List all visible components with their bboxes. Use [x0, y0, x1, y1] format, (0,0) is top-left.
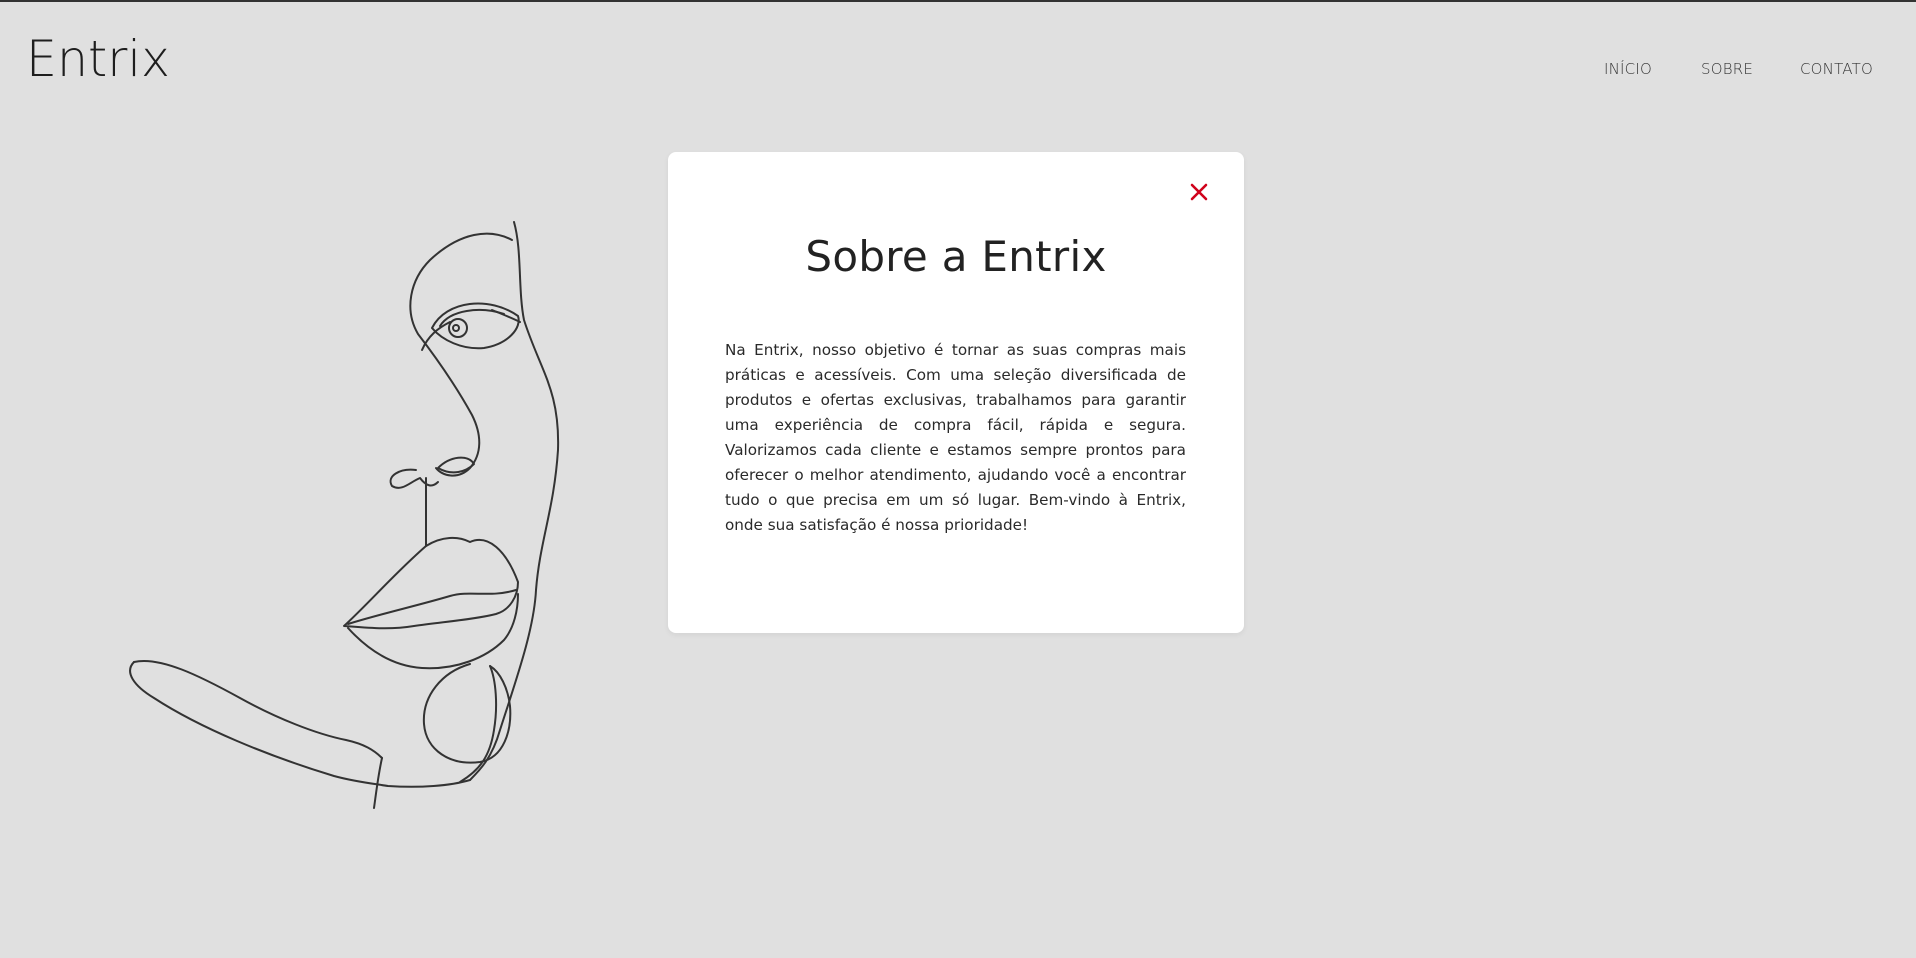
main-nav: INÍCIO SOBRE CONTATO — [0, 60, 1916, 80]
nav-item-inicio[interactable]: INÍCIO — [1604, 60, 1652, 78]
about-modal: Sobre a Entrix Na Entrix, nosso objetivo… — [668, 152, 1244, 633]
close-icon[interactable] — [1187, 180, 1211, 204]
nav-item-sobre[interactable]: SOBRE — [1701, 60, 1753, 78]
nav-item-contato[interactable]: CONTATO — [1800, 60, 1873, 78]
modal-title: Sobre a Entrix — [805, 232, 1107, 281]
top-border — [0, 0, 1916, 2]
line-art-face-icon — [129, 221, 560, 809]
modal-body-text: Na Entrix, nosso objetivo é tornar as su… — [725, 341, 1186, 534]
